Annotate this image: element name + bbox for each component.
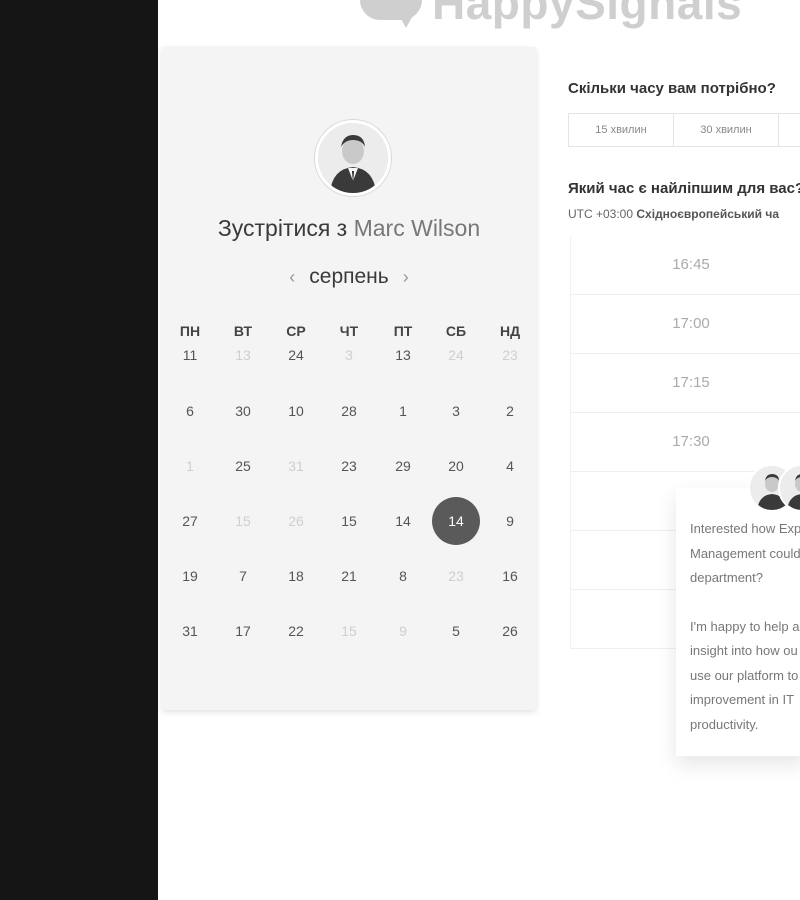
calendar-day[interactable]: 23 (329, 456, 369, 476)
weekday-label: ЧТ (339, 323, 359, 339)
speech-bubble-logo-icon (360, 0, 426, 28)
calendar-day[interactable]: 16 (490, 566, 530, 586)
calendar-day: 23 (502, 347, 518, 363)
calendar-day[interactable]: 15 (329, 511, 369, 531)
calendar-day[interactable]: 25 (223, 456, 263, 476)
chat-message: Interested how Exp Management could depart… (690, 517, 800, 737)
calendar-day[interactable]: 4 (490, 456, 530, 476)
weekday-label: ПТ (393, 323, 413, 339)
calendar-day[interactable]: 14 (383, 511, 423, 531)
calendar-day: 13 (235, 347, 251, 363)
time-slot[interactable]: 17:00 (570, 295, 800, 354)
calendar-day[interactable]: 29 (383, 456, 423, 476)
chat-message-line: Interested how Exp (690, 521, 800, 536)
weekday-label: СБ (445, 323, 467, 339)
calendar-day[interactable]: 13 (383, 345, 423, 365)
chat-message-line: productivity. (690, 716, 759, 732)
left-dark-panel (0, 0, 158, 900)
chat-avatars (748, 464, 800, 514)
happysignals-logo: HappySignals (360, 0, 743, 29)
calendar-day[interactable]: 19 (170, 566, 210, 586)
logo-text: HappySignals (432, 0, 743, 29)
calendar-day[interactable]: 9 (490, 511, 530, 531)
calendar-day: 9 (399, 623, 407, 639)
time-slot-label: 17:00 (672, 315, 710, 332)
calendar-day[interactable]: 27 (170, 511, 210, 531)
chat-message-line (690, 591, 800, 615)
calendar-day[interactable]: 1 (383, 401, 423, 421)
chevron-right-icon[interactable]: › (403, 267, 409, 288)
host-name: Marc Wilson (353, 215, 481, 241)
calendar-day[interactable]: 10 (276, 401, 316, 421)
selected-day[interactable]: 14 (432, 497, 480, 545)
duration-option-15[interactable]: 15 хвилин (569, 114, 674, 146)
chat-message-line: improvement in IT (690, 692, 795, 707)
calendar-day[interactable]: 28 (329, 401, 369, 421)
chat-message-line: Management could (690, 545, 800, 561)
calendar-day[interactable]: 2 (490, 401, 530, 421)
weekday-label: НД (499, 323, 521, 339)
calendar-day[interactable]: 22 (276, 621, 316, 641)
calendar-day: 24 (448, 347, 464, 363)
time-slot-label: 17:30 (672, 433, 710, 450)
chevron-left-icon[interactable]: ‹ (289, 267, 295, 288)
timezone-label: UTC +03:00 Східноєвропейський ча (568, 207, 779, 221)
duration-selector: 15 хвилин 30 хвилин (568, 113, 800, 147)
chat-message-line: insight into how ou (690, 643, 798, 658)
weekday-label: ВТ (233, 323, 253, 339)
calendar-day[interactable]: 8 (383, 566, 423, 586)
chat-message-line: department? (690, 570, 763, 585)
chat-message-line: use our platform to (690, 667, 799, 683)
calendar-day[interactable]: 18 (276, 566, 316, 586)
calendar-day: 26 (288, 513, 304, 529)
calendar-day[interactable]: 20 (436, 456, 476, 476)
calendar-day[interactable]: 21 (329, 566, 369, 586)
time-slot[interactable]: 16:45 (570, 236, 800, 295)
chat-message-line: I'm happy to help a (690, 618, 800, 634)
calendar-day: 3 (345, 347, 353, 363)
calendar-day: 15 (235, 513, 251, 529)
calendar-day: 1 (186, 458, 194, 474)
calendar-day[interactable]: 26 (490, 621, 530, 641)
title-prefix: Зустрітися з (217, 215, 348, 241)
time-slot-label: 17:15 (672, 374, 710, 391)
month-navigation: ‹ серпень › (162, 265, 536, 289)
calendar-day[interactable]: 17 (223, 621, 263, 641)
month-label: серпень (309, 265, 389, 288)
timezone-name: Східноєвропейський ча (636, 207, 780, 221)
time-question: Який час є найліпшим для вас? (568, 180, 800, 197)
calendar-day: 15 (341, 623, 357, 639)
calendar-card: Зустрітися з Marc Wilson ‹ серпень › ПН В… (162, 47, 536, 710)
time-slot[interactable]: 17:15 (570, 354, 800, 413)
calendar-day[interactable]: 5 (436, 621, 476, 641)
timezone-offset: UTC +03:00 (568, 207, 634, 221)
calendar-day[interactable]: 24 (276, 345, 316, 365)
calendar-day: 23 (448, 568, 464, 584)
calendar-day[interactable]: 7 (223, 566, 263, 586)
weekday-label: ПН (179, 323, 201, 339)
calendar-day[interactable]: 3 (436, 401, 476, 421)
calendar-day: 31 (288, 458, 304, 474)
host-avatar (315, 120, 391, 196)
duration-option-30[interactable]: 30 хвилин (674, 114, 779, 146)
calendar-day[interactable]: 30 (223, 401, 263, 421)
time-slot-label: 16:45 (672, 256, 710, 273)
calendar-day[interactable]: 31 (170, 621, 210, 641)
page-title: Зустрітися з Marc Wilson (162, 215, 536, 242)
calendar-day[interactable]: 11 (170, 345, 210, 365)
weekday-label: СР (286, 323, 306, 339)
duration-question: Скільки часу вам потрібно? (568, 80, 776, 97)
calendar-day[interactable]: 6 (170, 401, 210, 421)
